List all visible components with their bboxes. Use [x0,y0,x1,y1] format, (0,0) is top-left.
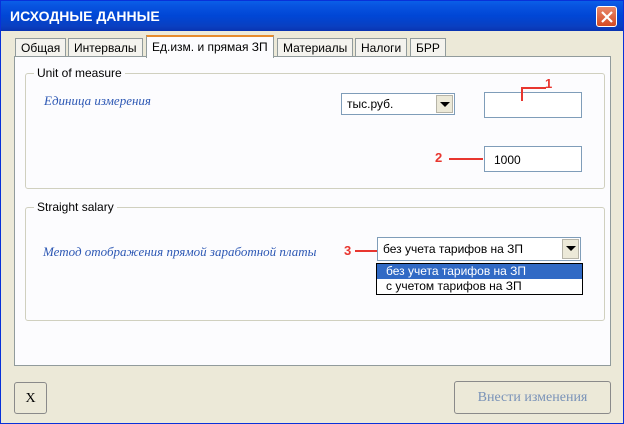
tab-general[interactable]: Общая [15,38,67,57]
window-close-button[interactable] [596,6,617,27]
option-without-tariffs[interactable]: без учета тарифов на ЗП [377,264,582,279]
annotation-number-3: 3 [344,243,352,258]
unit-select-value: тыс.руб. [347,97,394,111]
title-bar[interactable]: ИСХОДНЫЕ ДАННЫЕ [1,1,623,31]
window-title: ИСХОДНЫЕ ДАННЫЕ [10,8,160,24]
unit-label: Единица измерения [44,93,151,108]
tab-materials[interactable]: Материалы [277,38,354,57]
salary-method-options-list: без учета тарифов на ЗП с учетом тарифов… [376,263,583,295]
annotation-number-1: 1 [545,76,553,91]
cancel-button[interactable]: X [14,382,47,414]
tab-label: Общая [21,41,61,55]
annotation-number-2: 2 [435,150,443,165]
option-with-tariffs[interactable]: с учетом тарифов на ЗП [377,279,582,294]
multiplier-value: 1000 [494,153,521,167]
salary-method-select[interactable]: без учета тарифов на ЗП [377,237,581,261]
apply-changes-label: Внести изменения [477,390,588,405]
unit-select[interactable]: тыс.руб. [341,93,455,115]
tab-label: Ед.изм. и прямая ЗП [152,40,268,54]
salary-method-dropdown-button[interactable] [562,239,579,259]
multiplier-field[interactable]: 1000 [484,146,582,172]
tab-label: Налоги [361,41,402,55]
group-legend: Straight salary [34,200,117,214]
dialog-window: ИСХОДНЫЕ ДАННЫЕ Общая Интервалы Ед.изм. … [0,0,624,424]
group-legend: Unit of measure [34,66,125,80]
apply-changes-button[interactable]: Внести изменения [454,381,611,414]
salary-method-select-value: без учета тарифов на ЗП [383,242,524,256]
close-icon [601,11,613,23]
tab-label: БРР [416,41,440,55]
unit-select-dropdown-button[interactable] [436,95,453,113]
chevron-down-icon [566,246,576,251]
tab-units-salary[interactable]: Ед.изм. и прямая ЗП [146,35,274,58]
tab-brr[interactable]: БРР [410,38,446,57]
salary-method-label: Метод отображения прямой заработной плат… [43,244,317,259]
unit-text-field[interactable] [484,92,582,118]
chevron-down-icon [440,102,450,107]
tab-taxes[interactable]: Налоги [355,38,408,57]
tab-label: Интервалы [74,41,137,55]
tab-intervals[interactable]: Интервалы [68,38,143,57]
cancel-button-label: X [25,391,36,406]
tab-label: Материалы [283,41,348,55]
